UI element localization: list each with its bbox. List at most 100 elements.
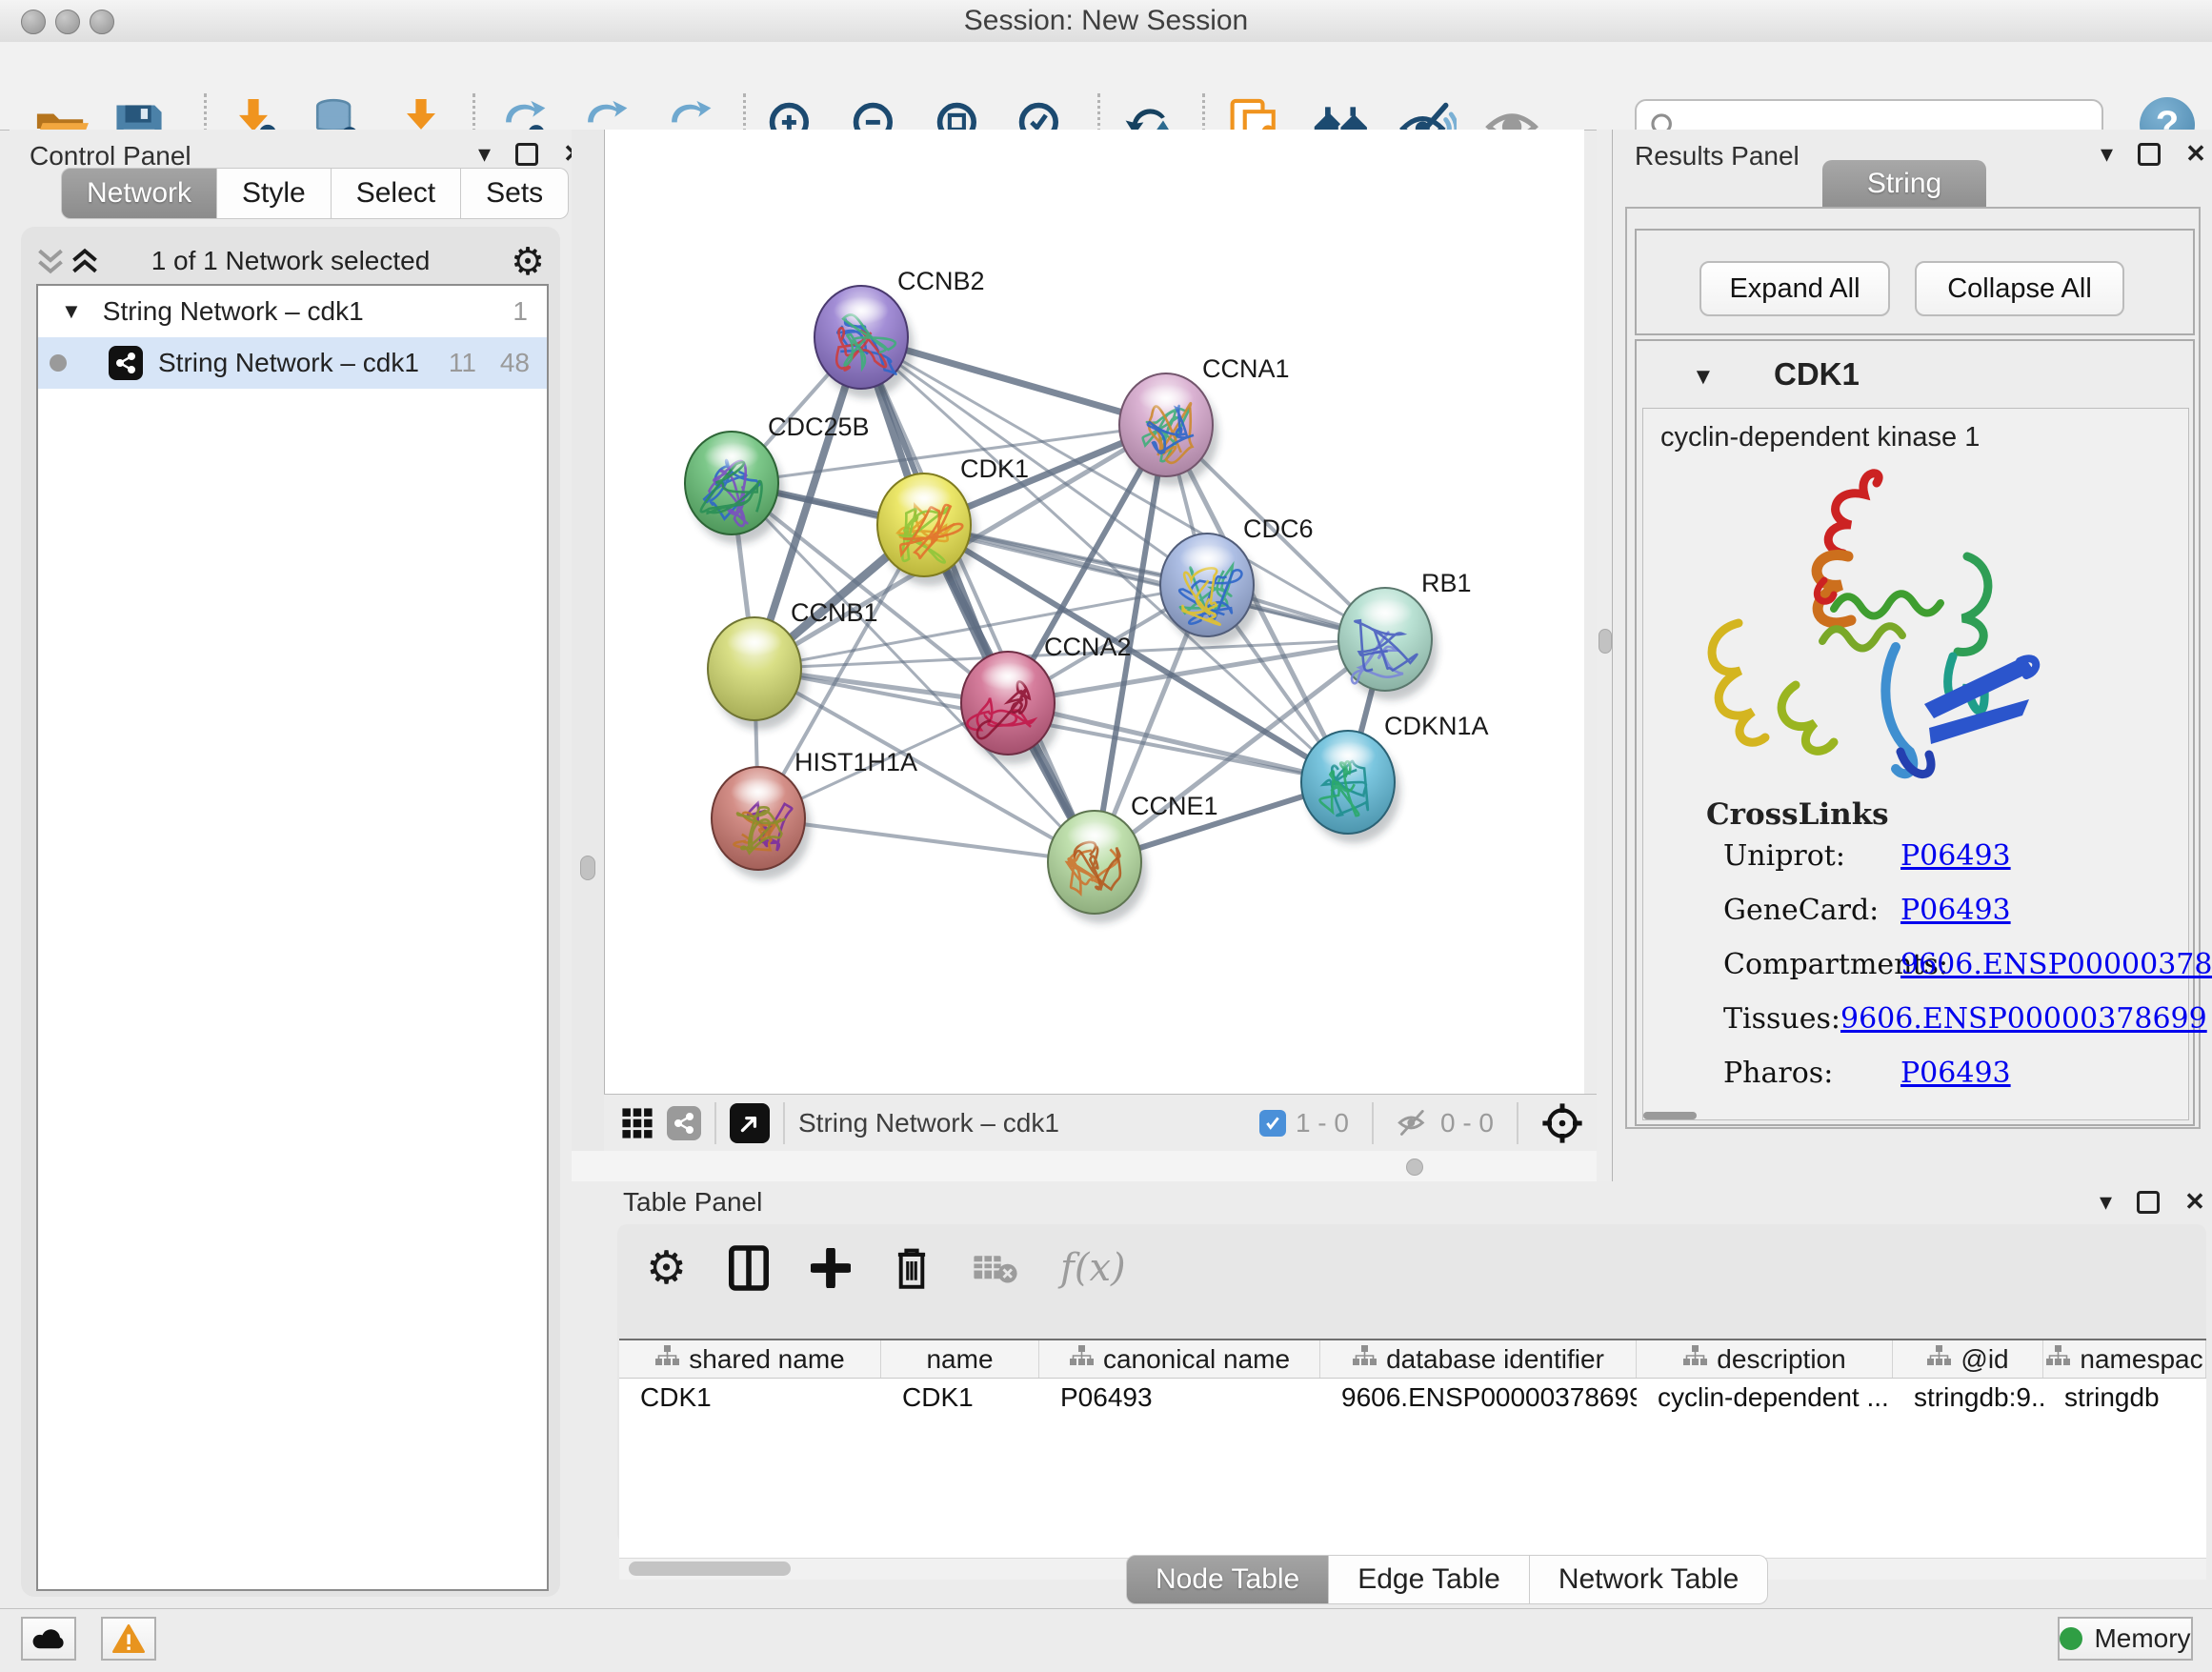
right-splitter-grip[interactable] [1599, 629, 1612, 654]
column-type-icon [654, 1344, 679, 1375]
table-empty-area [619, 1417, 2206, 1559]
table-panel-float-icon[interactable]: ▾ [2100, 1187, 2112, 1217]
center-view-crosshair-icon[interactable] [1541, 1102, 1583, 1144]
results-panel-restore-icon[interactable] [2138, 143, 2161, 166]
results-panel-float-icon[interactable]: ▾ [2101, 139, 2113, 169]
right-splitter[interactable] [1597, 130, 1612, 1181]
node-label: RB1 [1421, 569, 1472, 597]
table-cell[interactable]: stringdb:9... [1893, 1379, 2043, 1417]
node-label: CCNA2 [1044, 633, 1132, 661]
node-table: shared name namecanonical namedatabase id… [619, 1339, 2206, 1580]
network-node-cdc25b[interactable]: CDC25B [685, 413, 870, 544]
column-header--id[interactable]: @id [1893, 1340, 2043, 1378]
node-label: CDC6 [1243, 514, 1314, 543]
results-panel-close-icon[interactable]: ✕ [2185, 139, 2206, 169]
crosslink-link[interactable]: P06493 [1900, 839, 2011, 873]
protein-structure-image [1681, 466, 2053, 790]
crosslink-row: GeneCard:P06493 [1723, 894, 2171, 927]
table-row[interactable]: CDK1CDK1P064939606.ENSP00000378699cyclin… [619, 1379, 2206, 1417]
left-splitter-grip[interactable] [580, 856, 595, 880]
network-tree: ▼ String Network – cdk1 1 String Network… [36, 284, 549, 1591]
column-header-canonical-name[interactable]: canonical name [1039, 1340, 1320, 1378]
btab-node-table[interactable]: Node Table [1126, 1555, 1329, 1604]
collapse-all-button[interactable]: Collapse All [1915, 261, 2124, 316]
network-node-hist1h1a[interactable]: HIST1H1A [712, 748, 917, 879]
control-panel-restore-icon[interactable] [515, 143, 538, 166]
table-cell[interactable]: CDK1 [619, 1379, 881, 1417]
crosslink-row: Compartments:9606.ENSP00000378699 [1723, 948, 2171, 981]
crosslink-link[interactable]: 9606.ENSP00000378699 [1840, 1002, 2207, 1036]
left-splitter[interactable] [572, 130, 604, 1181]
network-type-icon [109, 346, 143, 380]
collection-expander-icon[interactable]: ▼ [61, 299, 82, 324]
network-options-gear-icon[interactable]: ⚙ [511, 240, 545, 284]
crosslink-row: Uniprot:P06493 [1723, 839, 2171, 873]
crosslink-link[interactable]: 9606.ENSP00000378699 [1900, 948, 2212, 981]
show-columns-icon[interactable] [729, 1245, 769, 1291]
crosslink-link[interactable]: P06493 [1900, 894, 2011, 927]
network-share-icon[interactable] [667, 1106, 701, 1140]
node-label: CCNB2 [897, 267, 985, 295]
results-scrollbar[interactable] [1643, 1112, 1697, 1119]
birdseye-grid-icon[interactable] [621, 1107, 654, 1139]
column-header-label: description [1717, 1344, 1845, 1375]
table-cell[interactable]: P06493 [1039, 1379, 1320, 1417]
collection-label: String Network – cdk1 [103, 296, 364, 327]
table-cell[interactable]: CDK1 [881, 1379, 1039, 1417]
network-edge-count: 48 [500, 348, 530, 378]
table-panel-close-icon[interactable]: ✕ [2184, 1187, 2205, 1217]
network-node-ccna1[interactable]: CCNA1 [1119, 354, 1290, 486]
column-header-label: shared name [689, 1344, 844, 1375]
control-panel: Control Panel ▾ ✕ NetworkStyleSelectSets… [10, 130, 573, 1608]
network-node-cdc6[interactable]: CDC6 [1160, 514, 1314, 646]
network-node-ccnb2[interactable]: CCNB2 [814, 267, 985, 398]
title-bar: Session: New Session [0, 0, 2212, 43]
control-panel-float-icon[interactable]: ▾ [478, 139, 491, 169]
horizontal-splitter[interactable] [572, 1151, 1612, 1181]
column-header-database-identifier[interactable]: database identifier [1320, 1340, 1637, 1378]
open-in-window-icon[interactable] [730, 1103, 770, 1143]
crosslink-label: Compartments: [1723, 948, 1900, 981]
column-header-shared-name[interactable]: shared name [619, 1340, 881, 1378]
network-edge[interactable] [861, 337, 1095, 862]
delete-column-icon[interactable] [893, 1245, 931, 1291]
column-header-label: namespac [2080, 1344, 2202, 1375]
table-panel-body: ⚙ f(x) shared namenamecanonical [617, 1224, 2206, 1543]
add-column-icon[interactable] [811, 1248, 851, 1288]
table-cell[interactable]: stringdb [2043, 1379, 2206, 1417]
column-type-icon [1682, 1344, 1707, 1375]
expand-all-button[interactable]: Expand All [1699, 261, 1890, 316]
btab-network-table[interactable]: Network Table [1530, 1555, 1769, 1604]
network-current-dot-icon [50, 354, 67, 372]
cloud-button[interactable] [21, 1617, 76, 1661]
memory-button[interactable]: Memory [2058, 1617, 2193, 1661]
warnings-button[interactable] [101, 1617, 156, 1661]
table-hscrollbar-thumb[interactable] [629, 1561, 791, 1576]
column-header-description[interactable]: description [1637, 1340, 1893, 1378]
crosslink-link[interactable]: P06493 [1900, 1057, 2011, 1090]
tab-style[interactable]: Style [217, 168, 332, 219]
column-header-name[interactable]: name [881, 1340, 1039, 1378]
network-row[interactable]: String Network – cdk1 11 48 [38, 337, 547, 389]
table-options-gear-icon[interactable]: ⚙ [646, 1241, 687, 1295]
network-canvas[interactable]: CCNB2CCNA1CDC25BCDK1CDC6RB1CCNB1CCNA2CDK… [604, 130, 1584, 1094]
horizontal-splitter-grip[interactable] [1406, 1158, 1423, 1176]
table-panel-restore-icon[interactable] [2137, 1191, 2160, 1214]
network-node-count: 11 [449, 348, 476, 378]
column-type-icon [1069, 1344, 1094, 1375]
string-network-graph[interactable]: CCNB2CCNA1CDC25BCDK1CDC6RB1CCNB1CCNA2CDK… [605, 130, 1584, 1094]
table-cell[interactable]: cyclin-dependent ... [1637, 1379, 1893, 1417]
selected-checkbox-icon[interactable] [1259, 1110, 1286, 1137]
column-header-namespac[interactable]: namespac [2043, 1340, 2206, 1378]
tab-sets[interactable]: Sets [461, 168, 569, 219]
tab-select[interactable]: Select [332, 168, 461, 219]
tab-network[interactable]: Network [61, 168, 217, 219]
protein-expander-icon[interactable]: ▼ [1692, 364, 1715, 391]
results-tab-string[interactable]: String [1822, 160, 1986, 208]
network-edge[interactable] [924, 525, 1385, 639]
network-collection-row[interactable]: ▼ String Network – cdk1 1 [38, 286, 547, 337]
table-cell[interactable]: 9606.ENSP00000378699 [1320, 1379, 1637, 1417]
network-node-rb1[interactable]: RB1 [1338, 569, 1472, 700]
network-node-cdkn1a[interactable]: CDKN1A [1301, 712, 1489, 843]
btab-edge-table[interactable]: Edge Table [1329, 1555, 1530, 1604]
